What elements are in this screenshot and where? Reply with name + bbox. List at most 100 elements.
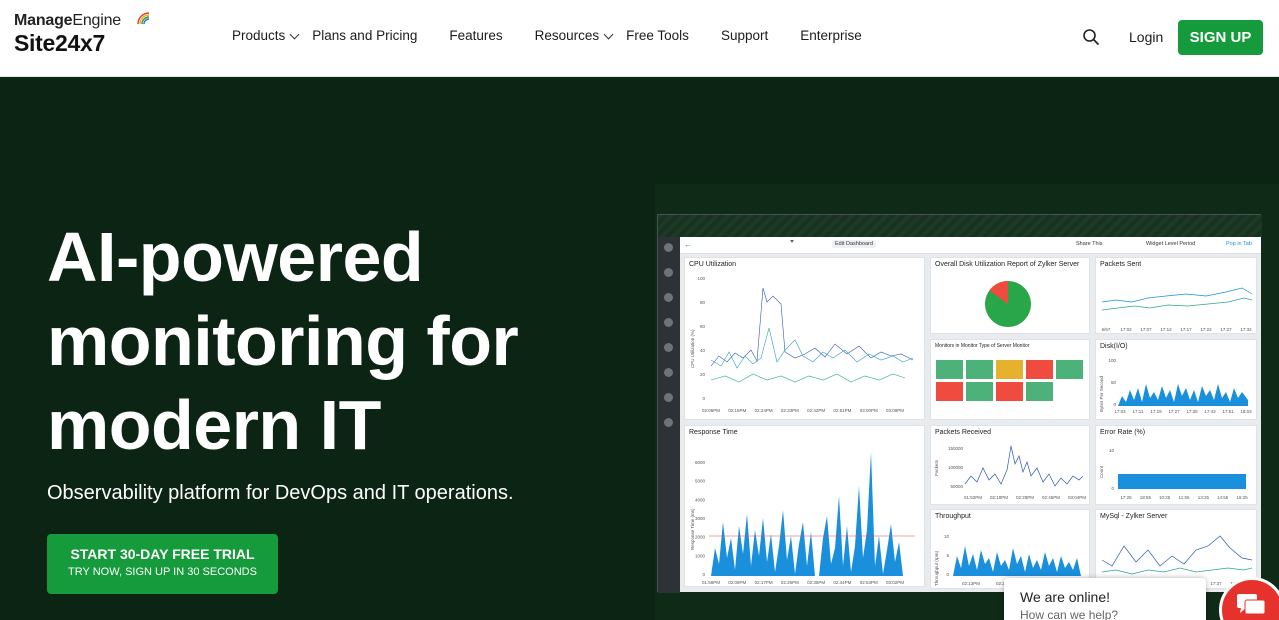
back-arrow-icon: ← — [684, 240, 692, 249]
tick-label: 17:35 — [1186, 409, 1198, 414]
tick-label: 40 — [700, 348, 706, 353]
tick-label: 02:42PM — [807, 408, 825, 413]
rt-ylabel: Response Time (ms) — [690, 508, 695, 550]
chat-widget[interactable]: We are online! How can we help? — [1004, 578, 1206, 620]
tick-label: 80 — [700, 300, 706, 305]
nav-support[interactable]: Support — [721, 28, 768, 43]
response-time-area — [711, 452, 903, 576]
dashboard-preview: ← Edit Dashboard Share This Widget Level… — [657, 214, 1262, 593]
chat-title: We are online! — [1020, 589, 1111, 605]
mysql-line — [1101, 567, 1253, 575]
tick-label: 10 — [944, 534, 950, 539]
tick-label: 17:12 — [1160, 327, 1172, 332]
monitor-status-tile — [936, 360, 963, 379]
tick-label: 13:25 — [1198, 495, 1210, 500]
tick-label: 02:10PM — [990, 495, 1008, 500]
widget-error-rate: Error Rate (%) 10 0 17:25 18:55 10:25 11:55 13… — [1095, 425, 1257, 505]
cpu-chart: 100 80 60 40 20 0 02:06PM 02:15PM 02:24PM 02:33PM… — [690, 276, 914, 413]
free-trial-button-subtitle: TRY NOW, SIGN UP IN 30 SECONDS — [68, 566, 257, 578]
popup-label: Pop in Tab — [1226, 241, 1252, 247]
response-time-chart: 6000 5000 4000 3000 2000 1000 0 01:58PM 02:08PM 0… — [690, 452, 915, 585]
headline-line-3: modern IT — [47, 386, 381, 464]
tick-label: 50000 — [950, 484, 963, 489]
tick-label: 100 — [1108, 358, 1116, 363]
tick-label: 02:44PM — [833, 580, 851, 585]
nav-plans-pricing[interactable]: Plans and Pricing — [312, 28, 417, 43]
pr-ylabel: Packets — [934, 459, 939, 476]
tick-label: 100 — [697, 276, 705, 281]
tick-label: 17:19 — [1150, 409, 1162, 414]
main-menu: Products Plans and Pricing Features Reso… — [232, 28, 862, 43]
monitor-status-tile — [1056, 360, 1083, 379]
widget-disk-utilization: Overall Disk Utilization Report of Zylke… — [930, 257, 1090, 334]
nav-features[interactable]: Features — [449, 28, 502, 43]
tick-label: 10 — [1109, 448, 1115, 453]
widget-mysql: MySql - Zylker Server 17:3717:45 — [1095, 509, 1257, 589]
tick-label: 17:11 — [1133, 409, 1144, 414]
share-label: Share This — [1076, 241, 1103, 247]
search-icon[interactable] — [1082, 28, 1100, 46]
monitor-status-tile — [936, 382, 963, 401]
tick-label: 03:02PM — [886, 580, 904, 585]
nav-resources[interactable]: Resources — [535, 28, 614, 43]
logo-product-name: Site24x7 — [14, 30, 105, 56]
packets-sent-line — [1101, 297, 1253, 311]
tick-label: 50 — [1111, 380, 1117, 385]
dashboard-toolbar: ← Edit Dashboard Share This Widget Level… — [680, 237, 1261, 254]
rail-dot-icon — [664, 418, 673, 427]
dashboard-header-stripe — [658, 215, 1262, 237]
signup-button[interactable]: SIGN UP — [1178, 20, 1263, 55]
edit-dashboard-button: Edit Dashboard — [832, 240, 876, 248]
headline-line-1: AI-powered — [47, 218, 424, 296]
tick-label: 02:53PM — [860, 580, 878, 585]
nav-free-tools[interactable]: Free Tools — [626, 28, 689, 43]
tick-label: 02:08PM — [728, 580, 746, 585]
tick-label: 17:17 — [1180, 327, 1192, 332]
chevron-down-icon — [289, 29, 300, 40]
tick-label: 17:51 — [1222, 409, 1234, 414]
tick-label: 16:25 — [1236, 495, 1248, 500]
site24x7-logo[interactable]: ManageEngine Site24x7 — [14, 12, 150, 56]
widget-throughput: Throughput 105002:13PM02:27PM Throughput… — [930, 509, 1090, 589]
rail-dot-icon — [664, 268, 673, 277]
tick-label: 02:24PM — [755, 408, 773, 413]
free-trial-button[interactable]: START 30-DAY FREE TRIAL TRY NOW, SIGN UP… — [47, 534, 278, 594]
login-link[interactable]: Login — [1129, 29, 1163, 45]
tick-label: 5000 — [695, 479, 706, 484]
monitor-status-tile — [1026, 382, 1053, 401]
monitor-status-tile — [996, 382, 1023, 401]
dio-ylabel: Bytes Per Second — [1099, 375, 1104, 412]
tick-label: 100000 — [948, 465, 964, 470]
disk-io-area — [1118, 384, 1248, 406]
tick-label: 0 — [1113, 402, 1116, 407]
error-rate-bar — [1118, 474, 1246, 489]
tick-label: 03:04PM — [1068, 495, 1086, 500]
tick-label: 14:55 — [1217, 495, 1229, 500]
tick-label: 02:46PM — [1042, 495, 1060, 500]
disk-io-chart: 100 50 0 17:03 17:11 17:19 17:27 17:35 17:43 17:5… — [1099, 358, 1252, 414]
tick-label: 02:06PM — [702, 408, 720, 413]
hero-section: AI-powered monitoring for modern IT Obse… — [0, 77, 1279, 620]
tick-label: 18:03 — [1240, 409, 1252, 414]
cpu-ylabel: CPU Utilization (%) — [690, 329, 695, 368]
rail-dot-icon — [664, 393, 673, 402]
nav-enterprise[interactable]: Enterprise — [800, 28, 862, 43]
tp-ylabel: Throughput (rpm) — [934, 550, 939, 586]
error-rate-chart: 10 0 17:25 18:55 10:25 11:55 13:25 14:55 16:25 C… — [1099, 448, 1248, 500]
rail-dot-icon — [664, 293, 673, 302]
rail-dot-icon — [664, 343, 673, 352]
hero-headline: AI-powered monitoring for modern IT — [47, 215, 607, 467]
nav-products[interactable]: Products — [232, 28, 300, 43]
widget-monitors: Monitors in Monitor Type of Server Monit… — [930, 339, 1090, 420]
packets-sent-line — [1101, 287, 1253, 303]
tick-label: 02:15PM — [728, 408, 746, 413]
widget-packets-received: Packets Received 150000 100000 50000 01:52P… — [930, 425, 1090, 505]
chevron-down-icon — [603, 29, 614, 40]
tick-label: 17:43 — [1204, 409, 1216, 414]
rail-dot-icon — [664, 243, 673, 252]
monitor-status-tile — [966, 360, 993, 379]
chat-subtitle: How can we help? — [1020, 608, 1119, 620]
disk-pie-chart — [985, 281, 1031, 327]
tick-label: 10:25 — [1159, 495, 1171, 500]
widget-cpu: CPU Utilization 100 80 60 40 20 0 02:06PM 02:15… — [684, 257, 925, 420]
